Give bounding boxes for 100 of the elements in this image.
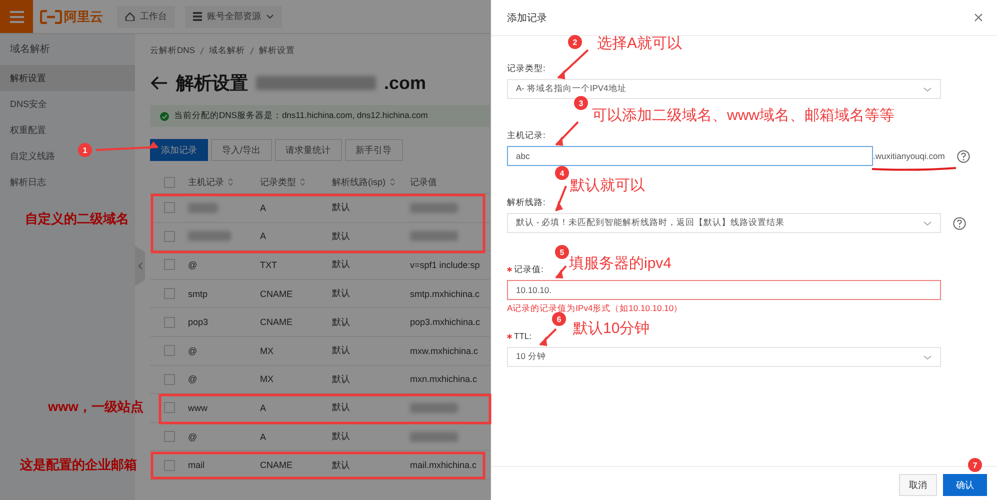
table-cell-text: 默认 xyxy=(332,258,351,272)
breadcrumb-link[interactable]: 云解析DNS xyxy=(150,45,195,57)
list-icon xyxy=(193,12,202,21)
domain-suffix: .com xyxy=(384,72,426,94)
field-label: 记录值: xyxy=(514,264,544,276)
table-cell-text: smtp.mxhichina.c xyxy=(410,288,481,299)
select-field[interactable]: 10 分钟 xyxy=(507,347,941,367)
collapse-handle[interactable] xyxy=(135,246,145,286)
column-header[interactable]: 主机记录 xyxy=(188,176,224,188)
checkbox[interactable] xyxy=(164,176,175,188)
help-icon[interactable] xyxy=(953,216,966,230)
table-cell-text: mxn.mxhichina.c xyxy=(410,374,478,384)
annotation-arrow xyxy=(555,186,567,212)
sort-icon[interactable] xyxy=(300,178,305,186)
table-cell-text: 默认 xyxy=(332,201,351,214)
checkbox[interactable] xyxy=(164,345,175,356)
checkbox[interactable] xyxy=(164,288,175,300)
table-cell-text: @ xyxy=(188,374,198,384)
table-cell-text: A xyxy=(260,402,268,413)
sort-icon[interactable] xyxy=(390,178,394,186)
notice-text: 当前分配的DNS服务器是：dns11.hichina.com, dns12.hichina.com xyxy=(174,110,428,122)
sidebar-item[interactable]: 权重配置 xyxy=(0,117,56,143)
annotation-text: 默认就可以 xyxy=(570,176,645,195)
annotation-text: 选择A就可以 xyxy=(597,34,682,53)
annotation-arrow xyxy=(555,265,567,279)
checkbox[interactable] xyxy=(164,202,175,214)
close-icon[interactable] xyxy=(974,13,983,22)
checkbox[interactable] xyxy=(164,402,175,414)
checkbox[interactable] xyxy=(164,316,175,328)
redacted-text xyxy=(410,432,458,442)
redacted-text xyxy=(410,202,458,213)
toolbar-button[interactable]: 新手引导 xyxy=(344,139,403,161)
annotation-text: 填服务器的ipv4 xyxy=(569,254,672,273)
table-cell-text: 默认 xyxy=(332,287,351,300)
annotation-arrow xyxy=(96,141,158,151)
annotation-text: www，一级站点 xyxy=(48,398,144,416)
table-cell-text: A xyxy=(260,202,268,213)
back-arrow-icon[interactable] xyxy=(150,76,168,90)
input-field[interactable]: 10.10.10. xyxy=(507,280,941,300)
menu-icon xyxy=(10,10,24,22)
table-cell-text: @ xyxy=(188,346,198,356)
breadcrumb-link[interactable]: 域名解析 xyxy=(208,45,245,57)
table-cell-text: mxw.mxhichina.c xyxy=(410,346,480,356)
toolbar-button[interactable]: 请求量统计 xyxy=(274,139,342,161)
table-cell-text: 默认 xyxy=(332,230,351,243)
table-cell-text: 默认 xyxy=(332,430,351,444)
logo-icon xyxy=(40,10,62,24)
toolbar-button[interactable]: 导入/导出 xyxy=(211,139,272,161)
chevron-left-icon xyxy=(138,262,142,270)
chevron-down-icon xyxy=(923,86,932,92)
field-label: 解析线路: xyxy=(507,197,546,209)
annotation-text: 默认10分钟 xyxy=(573,319,650,338)
checkbox[interactable] xyxy=(164,230,175,242)
redacted-text xyxy=(188,231,231,242)
select-field[interactable]: A- 将域名指向一个IPV4地址 xyxy=(507,79,941,99)
sidebar-item[interactable]: DNS安全 xyxy=(0,91,58,117)
check-circle-icon xyxy=(160,112,169,120)
table-cell-text: v=spf1 include:sp xyxy=(410,260,481,270)
table-cell-text: 默认 xyxy=(332,372,351,386)
dialog-button[interactable]: 确认 xyxy=(943,474,987,496)
table-cell-text: smtp xyxy=(188,288,209,299)
checkbox[interactable] xyxy=(164,460,175,471)
page-title: 解析设置 xyxy=(176,72,248,95)
resources-dropdown[interactable]: 账号全部资源 xyxy=(185,6,282,28)
chevron-down-icon xyxy=(923,354,932,360)
table-cell-text: @ xyxy=(188,432,198,442)
menu-button[interactable] xyxy=(0,0,33,33)
redacted-text xyxy=(188,202,218,213)
home-icon xyxy=(125,12,135,21)
drawer-title: 添加记录 xyxy=(507,12,547,24)
breadcrumb-link[interactable]: 解析设置 xyxy=(258,45,295,57)
annotation-text: 这是配置的企业邮箱 xyxy=(20,456,137,474)
table-cell-text: pop3 xyxy=(188,317,210,328)
table-cell-text: @ xyxy=(188,260,198,270)
chevron-down-icon xyxy=(923,220,932,226)
table-cell-text: mail xyxy=(188,460,206,470)
sidebar-title: 域名解析 xyxy=(9,42,51,57)
sidebar-item[interactable]: 解析设置 xyxy=(0,65,135,91)
table-cell-text: A xyxy=(260,231,268,242)
sidebar-item[interactable]: 解析日志 xyxy=(0,169,56,195)
column-header[interactable]: 记录值 xyxy=(410,176,437,188)
column-header[interactable]: 解析线路(isp) xyxy=(332,176,386,188)
redacted-text xyxy=(410,402,458,413)
domain-suffix: .wuxitianyouqi.com xyxy=(873,151,945,161)
field-label: 记录类型: xyxy=(507,63,546,75)
checkbox[interactable] xyxy=(164,431,175,442)
checkbox[interactable] xyxy=(164,259,175,270)
table-cell-text: CNAME xyxy=(260,288,294,299)
column-header[interactable]: 记录类型 xyxy=(260,176,296,188)
logo-text: 阿里云 xyxy=(64,8,103,26)
help-icon[interactable] xyxy=(956,150,970,162)
sidebar-item[interactable]: 自定义线路 xyxy=(0,143,65,169)
toolbar-button[interactable]: 添加记录 xyxy=(150,139,208,161)
dialog-button[interactable]: 取消 xyxy=(899,474,937,496)
sort-icon[interactable] xyxy=(228,178,233,186)
workbench-button[interactable]: 工作台 xyxy=(117,6,175,28)
select-field[interactable]: 默认 - 必填！未匹配到智能解析线路时，返回【默认】线路设置结果 xyxy=(507,213,941,233)
checkbox[interactable] xyxy=(164,374,175,385)
input-field[interactable]: abc xyxy=(507,146,873,166)
breadcrumb-separator-icon xyxy=(200,47,204,55)
